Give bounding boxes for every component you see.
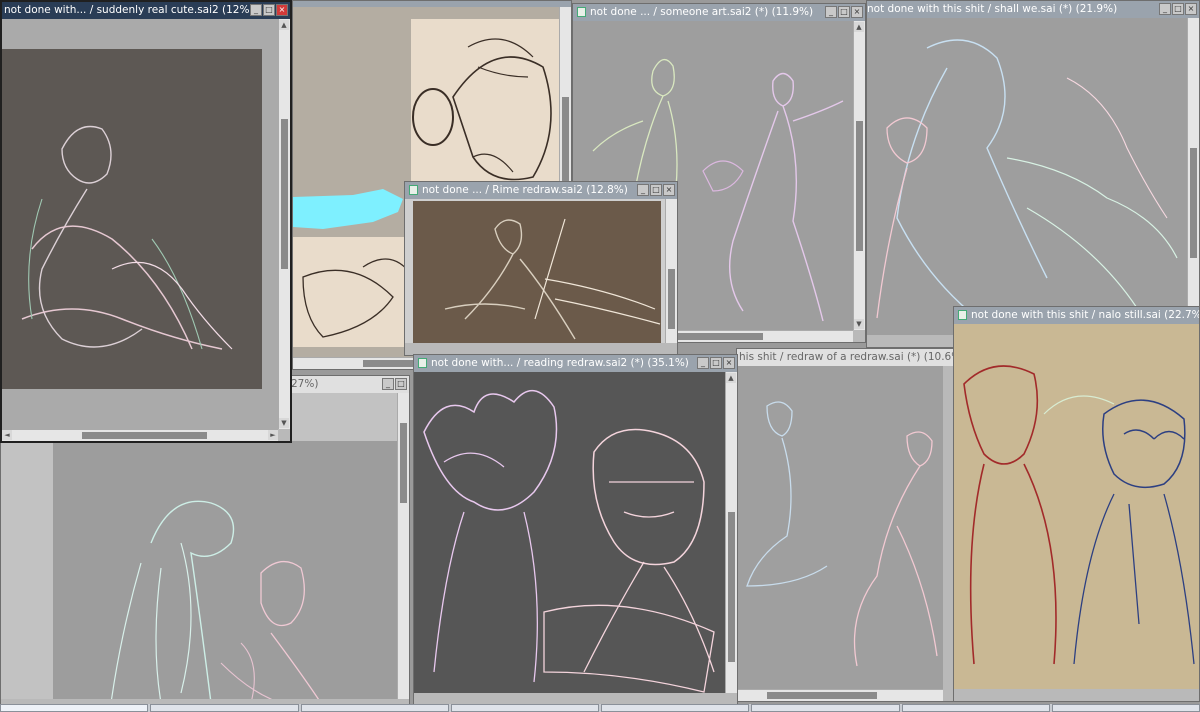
scroll-up-button[interactable]: ▲	[854, 22, 864, 32]
window-rime-redraw[interactable]: not done ... / Rime redraw.sai2 (12.8%) …	[404, 181, 678, 356]
window-title: not done with this shit / shall we.sai (…	[867, 3, 1118, 15]
scroll-up-button[interactable]: ▲	[726, 373, 736, 383]
document-icon	[577, 7, 586, 17]
window-title: not done with... / reading redraw.sai2 (…	[431, 357, 689, 369]
canvas-area[interactable]	[414, 372, 725, 693]
document-icon	[409, 185, 418, 195]
redraw-canvas[interactable]	[737, 366, 943, 689]
taskbar-item[interactable]	[150, 704, 299, 712]
window-reading-redraw[interactable]: not done with... / reading redraw.sai2 (…	[413, 354, 738, 706]
window-titlebar[interactable]: not done ... / Rime redraw.sai2 (12.8%) …	[405, 182, 677, 199]
canvas-area[interactable]	[2, 19, 278, 429]
window-titlebar[interactable]: not done with... / suddenly real cute.sa…	[2, 2, 290, 19]
minimize-button[interactable]: _	[825, 6, 837, 18]
horizontal-scrollbar[interactable]	[737, 689, 943, 701]
reading-redraw-canvas[interactable]	[414, 372, 725, 693]
vertical-scrollbar[interactable]	[397, 393, 409, 699]
scroll-thumb[interactable]	[767, 692, 877, 699]
window-shall-we[interactable]: not done with this shit / shall we.sai (…	[866, 0, 1200, 348]
scroll-down-button[interactable]: ▼	[854, 319, 864, 329]
vertical-scrollbar[interactable]	[1187, 18, 1199, 335]
scroll-down-button[interactable]: ▼	[279, 418, 289, 428]
vertical-scrollbar[interactable]: ▲ ▼	[853, 21, 865, 330]
close-button[interactable]: ×	[276, 4, 288, 16]
taskbar-item[interactable]	[450, 704, 599, 712]
window-title: 27%)	[291, 378, 319, 390]
scroll-right-button[interactable]: ►	[268, 430, 278, 440]
scroll-thumb[interactable]	[856, 121, 863, 251]
minimize-button[interactable]: _	[382, 378, 394, 390]
window-redraw-of-a-redraw[interactable]: his shit / redraw of a redraw.sai (*) (1…	[736, 348, 956, 702]
canvas-area[interactable]	[405, 199, 665, 343]
vertical-scrollbar[interactable]	[665, 199, 677, 343]
taskbar-item[interactable]	[901, 704, 1050, 712]
close-button[interactable]: ×	[1185, 3, 1197, 15]
rime-redraw-canvas[interactable]	[405, 199, 665, 343]
canvas-area[interactable]	[954, 324, 1199, 689]
maximize-button[interactable]: □	[1172, 3, 1184, 15]
minimize-button[interactable]: _	[250, 4, 262, 16]
maximize-button[interactable]: □	[650, 184, 662, 196]
scroll-thumb[interactable]	[400, 423, 407, 503]
canvas-area[interactable]	[737, 366, 943, 689]
close-button[interactable]: ×	[851, 6, 863, 18]
maximize-button[interactable]: □	[263, 4, 275, 16]
window-titlebar[interactable]: not done with... / reading redraw.sai2 (…	[414, 355, 737, 372]
window-title: not done with this shit / nalo still.sai…	[971, 309, 1199, 321]
scroll-thumb[interactable]	[728, 512, 735, 662]
minimize-button[interactable]: _	[637, 184, 649, 196]
document-icon	[958, 310, 967, 320]
window-titlebar[interactable]: his shit / redraw of a redraw.sai (*) (1…	[737, 349, 955, 366]
document-icon	[418, 358, 427, 368]
canvas-area[interactable]	[867, 18, 1187, 335]
scroll-left-button[interactable]: ◄	[2, 430, 12, 440]
window-titlebar[interactable]: not done ... / someone art.sai2 (*) (11.…	[573, 4, 865, 21]
minimize-button[interactable]: _	[697, 357, 709, 369]
close-button[interactable]: ×	[663, 184, 675, 196]
window-nalo-still[interactable]: not done with this shit / nalo still.sai…	[953, 306, 1200, 702]
window-titlebar[interactable]: not done with this shit / nalo still.sai…	[954, 307, 1199, 324]
taskbar-item[interactable]	[601, 704, 750, 712]
window-titlebar[interactable]: not done with this shit / shall we.sai (…	[867, 1, 1199, 18]
vertical-scrollbar[interactable]: ▲ ▼	[278, 19, 290, 429]
window-taskbar	[0, 704, 1200, 712]
vertical-scrollbar[interactable]: ▲	[725, 372, 737, 693]
window-suddenly-real-cute[interactable]: not done with... / suddenly real cute.sa…	[0, 0, 292, 443]
window-title: not done with... / suddenly real cute.sa…	[4, 4, 254, 16]
scroll-thumb[interactable]	[668, 269, 675, 329]
maximize-button[interactable]: □	[395, 378, 407, 390]
horizontal-scrollbar[interactable]: ◄ ►	[2, 429, 278, 441]
maximize-button[interactable]: □	[838, 6, 850, 18]
scroll-thumb[interactable]	[82, 432, 207, 439]
taskbar-item[interactable]	[1051, 704, 1200, 712]
taskbar-item[interactable]	[300, 704, 449, 712]
scroll-thumb[interactable]	[1190, 148, 1197, 258]
window-title: his shit / redraw of a redraw.sai (*) (1…	[739, 351, 955, 363]
window-title: not done ... / Rime redraw.sai2 (12.8%)	[422, 184, 628, 196]
taskbar-item[interactable]	[751, 704, 900, 712]
maximize-button[interactable]: □	[710, 357, 722, 369]
suddenly-real-cute-canvas[interactable]	[2, 19, 278, 429]
scroll-up-button[interactable]: ▲	[279, 20, 289, 30]
scroll-thumb[interactable]	[281, 119, 288, 269]
shall-we-canvas[interactable]	[867, 18, 1187, 335]
minimize-button[interactable]: _	[1159, 3, 1171, 15]
window-title: not done ... / someone art.sai2 (*) (11.…	[590, 6, 814, 18]
nalo-still-canvas[interactable]	[954, 324, 1199, 689]
close-button[interactable]: ×	[723, 357, 735, 369]
taskbar-item[interactable]	[0, 704, 149, 712]
